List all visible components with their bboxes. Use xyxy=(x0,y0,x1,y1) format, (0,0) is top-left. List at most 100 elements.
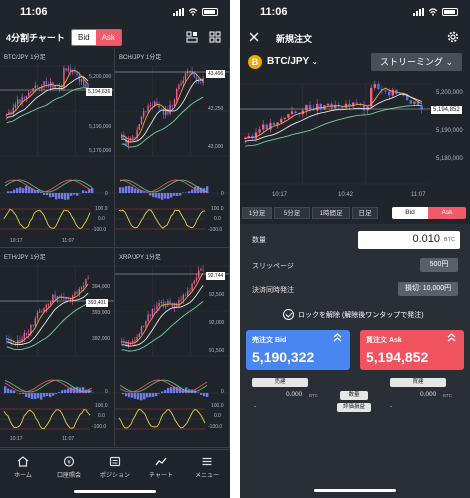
tab-home[interactable]: ホーム xyxy=(0,456,46,479)
osc-tick: 0 xyxy=(105,191,108,197)
candle-body xyxy=(132,340,134,343)
bid-toggle-button[interactable]: Bid xyxy=(72,30,96,45)
buy-ask-button[interactable]: 買注文 Ask 5,194,852 xyxy=(360,330,464,370)
tab-position[interactable]: ポジション xyxy=(92,456,138,479)
buy-unit: BTC xyxy=(443,393,452,398)
candle-body xyxy=(280,118,283,123)
pnl-header: 評価損益 xyxy=(337,403,371,412)
histogram-bar xyxy=(152,193,155,198)
histogram-bar xyxy=(122,393,125,395)
tab-1hour[interactable]: 1時間足 xyxy=(312,207,350,219)
quantity-input[interactable]: 0.010 BTC xyxy=(358,231,460,249)
candle-body xyxy=(23,97,25,99)
price-chart[interactable]: 5,200,000 5,190,000 5,180,000 5,194,852 … xyxy=(240,76,470,204)
histogram-bar xyxy=(134,393,137,399)
candle-body xyxy=(36,85,39,88)
oscillator-group xyxy=(0,179,114,230)
double-chevron-up-icon xyxy=(447,333,456,342)
lock-toggle[interactable]: ロックを解除 (解除後ワンタップで発注) xyxy=(240,308,470,322)
status-bar: 11:06 xyxy=(0,0,230,24)
candle-body xyxy=(171,104,173,107)
tab-5min[interactable]: 5分足 xyxy=(274,207,310,219)
candle-body xyxy=(149,105,151,107)
candle-body xyxy=(165,305,167,307)
candle-body xyxy=(85,84,87,87)
ask-toggle-button[interactable]: Ask xyxy=(95,30,121,45)
candle-body xyxy=(272,123,276,125)
chart-panel-eth[interactable]: ETH/JPY 1分足 394,000 393,000 392,000 393,… xyxy=(0,248,115,448)
page-title: 4分割チャート xyxy=(6,33,65,43)
tab-menu[interactable]: メニュー xyxy=(184,456,230,479)
candle-body xyxy=(47,303,50,305)
candle-body xyxy=(45,304,47,309)
chart-panel-bch[interactable]: BCH/JPY 1分足 43,250 43,000 43,496 0 100.0… xyxy=(115,48,230,248)
buy-position-label: 買建 xyxy=(390,378,446,387)
candle-body xyxy=(19,339,21,342)
histogram-bar xyxy=(7,191,10,193)
candle-body xyxy=(74,292,76,296)
osc-tick: 0 xyxy=(221,191,224,197)
candle-body xyxy=(80,79,83,82)
moving-average-line xyxy=(6,69,89,116)
candle-body xyxy=(143,111,145,117)
gear-icon[interactable] xyxy=(447,31,459,43)
histogram-bar xyxy=(22,393,25,394)
candle-body xyxy=(294,111,297,113)
candle-body xyxy=(319,103,322,110)
tab-chart[interactable]: チャート xyxy=(138,456,184,479)
order-mode-select[interactable]: ストリーミング ⌄ xyxy=(371,53,462,71)
histogram-bar xyxy=(19,187,22,193)
quantity-row: 数量 0.010 BTC xyxy=(240,230,470,250)
histogram-bar xyxy=(25,393,28,397)
grid-icon[interactable] xyxy=(209,31,221,43)
time-tick: 10:17 xyxy=(272,192,288,198)
sell-bid-button[interactable]: 売注文 Bid 5,190,322 xyxy=(246,330,350,370)
layout-icon[interactable] xyxy=(186,31,198,43)
stop-loss-button[interactable]: 損切: 10,000円 xyxy=(398,282,458,296)
candle-body xyxy=(154,101,156,106)
histogram-bar xyxy=(179,193,182,196)
buy-pnl: - xyxy=(390,403,393,410)
chart-panel-xrp[interactable]: XRP/JPY 1分足 92,500 92,000 91,500 92,744 … xyxy=(115,248,230,448)
panel-label: ETH/JPY 1分足 xyxy=(4,255,46,261)
candle-body xyxy=(39,311,41,313)
candle-body xyxy=(19,99,21,104)
sell-pnl: - xyxy=(254,403,257,410)
candle-body xyxy=(182,80,184,84)
chart-panel-btc[interactable]: BTC/JPY 1分足 5,200,000 5,190,000 5,170,00… xyxy=(0,48,115,248)
histogram-bar xyxy=(158,393,161,394)
order-header: 新規注文 xyxy=(240,26,470,48)
ask-toggle-button[interactable]: Ask xyxy=(428,207,466,219)
histogram-bar xyxy=(58,392,61,393)
candle-body xyxy=(30,91,32,93)
time-tick: 10:42 xyxy=(338,192,354,198)
candle-body xyxy=(76,72,78,76)
order-mode-value: ストリーミング xyxy=(379,57,443,67)
osc-tick: 0 xyxy=(105,389,108,395)
oscillator-line xyxy=(118,408,206,429)
close-icon[interactable] xyxy=(249,32,259,42)
candle-body xyxy=(151,308,154,317)
bid-toggle-button[interactable]: Bid xyxy=(392,207,428,219)
candle-body xyxy=(160,302,162,303)
status-time: 11:06 xyxy=(20,6,48,18)
tab-account[interactable]: ¥ 口座照会 xyxy=(46,456,92,479)
moving-average-line xyxy=(6,76,89,119)
tab-daily[interactable]: 日足 xyxy=(352,207,378,219)
histogram-bar xyxy=(125,393,128,397)
buy-qty: 0.000 xyxy=(420,391,437,398)
candle-body xyxy=(254,132,258,139)
pair-row: B BTC/JPY ⌄ ストリーミング ⌄ xyxy=(240,52,470,72)
candle-body xyxy=(178,299,180,307)
histogram-bar xyxy=(13,390,16,393)
tab-1min[interactable]: 1分足 xyxy=(242,207,272,219)
wifi-icon xyxy=(188,8,198,16)
candle-body xyxy=(23,332,25,339)
candle-body xyxy=(169,300,171,304)
histogram-bar xyxy=(25,185,28,193)
candle-body xyxy=(193,74,195,77)
histogram-bar xyxy=(67,388,70,393)
slippage-button[interactable]: 500円 xyxy=(420,258,458,272)
pair-selector[interactable]: BTC/JPY ⌄ xyxy=(267,56,318,67)
tab-label: ポジション xyxy=(99,473,130,479)
